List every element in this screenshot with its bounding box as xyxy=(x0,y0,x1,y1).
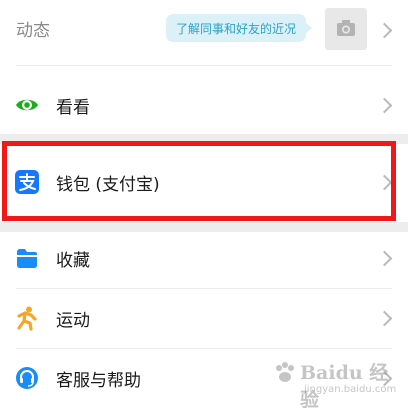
paw-icon xyxy=(276,362,294,382)
moments-row[interactable]: 动态 了解同事和好友的近况 xyxy=(0,0,408,60)
moments-title: 动态 xyxy=(16,21,50,41)
section-separator xyxy=(0,222,408,232)
chevron-right-icon xyxy=(376,22,393,39)
menu-label: 客服与帮助 xyxy=(56,370,141,391)
highlight-box xyxy=(2,141,396,221)
chevron-right-icon xyxy=(376,310,393,326)
watermark-url: jingyan.baidu.com xyxy=(304,384,397,395)
baidu-watermark: Baidu 经验 jingyan.baidu.com xyxy=(270,358,400,411)
camera-icon xyxy=(337,20,355,36)
divider xyxy=(16,348,392,349)
divider xyxy=(16,65,392,66)
menu-item-look[interactable]: 看看 xyxy=(0,76,408,134)
eye-icon xyxy=(16,99,38,111)
menu-item-favorites[interactable]: 收藏 xyxy=(0,232,408,284)
chevron-right-icon xyxy=(376,97,393,113)
running-icon xyxy=(17,306,37,331)
menu-label: 看看 xyxy=(56,97,90,118)
headset-icon xyxy=(16,367,38,389)
camera-thumbnail xyxy=(325,8,367,50)
moments-bubble: 了解同事和好友的近况 xyxy=(166,14,313,42)
chevron-right-icon xyxy=(376,250,393,266)
menu-label: 运动 xyxy=(56,310,90,331)
folder-icon xyxy=(17,249,37,268)
menu-label: 收藏 xyxy=(56,250,90,271)
divider xyxy=(16,288,392,289)
menu-item-sports[interactable]: 运动 xyxy=(0,292,408,344)
